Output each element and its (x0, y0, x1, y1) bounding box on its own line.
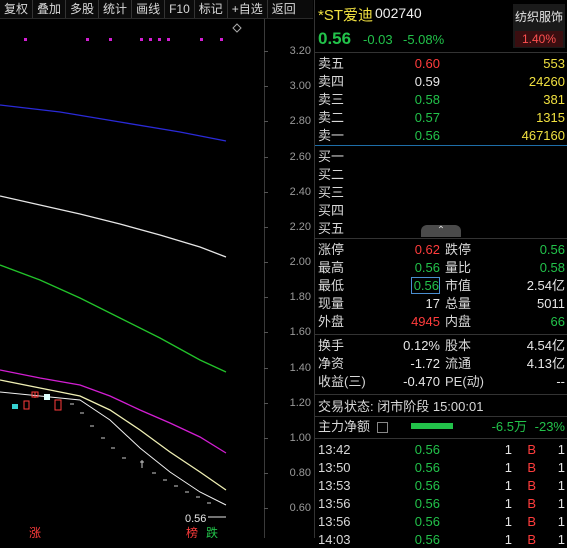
ask-row-1: 卖一 0.56 467160 (318, 128, 565, 143)
stats-row-limit: 涨停 0.62 跌停 0.56 (318, 242, 565, 257)
axis-tick: 2.60 (264, 151, 311, 163)
stock-name: *ST爱迪 (318, 7, 374, 24)
chart-toolbar: 复权 叠加 多股 统计 画线 F10 标记 +自选 返回 (0, 0, 313, 19)
back-button[interactable]: 返回 (268, 0, 300, 18)
axis-tick: 2.40 (264, 186, 311, 198)
statistics-button[interactable]: 统计 (99, 0, 133, 18)
sector-box[interactable]: 纺织服饰 1.40% (513, 4, 565, 48)
sector-name: 纺织服饰 (514, 10, 563, 24)
signal-markers (24, 38, 223, 41)
axis-tick: 1.60 (264, 326, 311, 338)
bid-row-3: 买三 (318, 185, 345, 200)
ma-line-white (0, 195, 227, 258)
draw-line-button[interactable]: 画线 (132, 0, 166, 18)
current-price: 0.56 (318, 29, 352, 48)
tick-row: 13:56 0.56 1 B 1 (318, 514, 565, 529)
axis-tick: 3.00 (264, 80, 311, 92)
multi-stock-button[interactable]: 多股 (66, 0, 100, 18)
axis-tick: 1.00 (264, 432, 311, 444)
sector-pct: 1.40% (515, 31, 563, 47)
stats-row-curvol: 现量 17 总量 5011 (318, 296, 565, 311)
collapse-chevron-icon[interactable]: ⌃ (421, 225, 461, 237)
stats-row-outer: 外盘 4945 内盘 66 (318, 314, 565, 329)
quote-panel: *ST爱迪 002740 0.56 -0.03 -5.08% 纺织服饰 1.40… (314, 0, 567, 547)
axis-tick: 1.80 (264, 291, 311, 303)
axis-tick: 2.00 (264, 256, 311, 268)
stats-row-high: 最高 0.56 量比 0.58 (318, 260, 565, 275)
kline-chart[interactable]: 0.56 涨 榜 跌 (0, 19, 264, 538)
tick-row: 13:42 0.56 1 B 1 (318, 442, 565, 457)
tick-row: 14:03 0.56 1 B 1 (318, 532, 565, 547)
stats-row-nav: 净资 -1.72 流通 4.13亿 (318, 356, 565, 371)
list-badge-text: 榜 (186, 525, 198, 538)
axis-tick: 1.20 (264, 397, 311, 409)
axis-tick: 0.60 (264, 502, 311, 514)
ask-row-3: 卖三 0.58 381 (318, 92, 565, 107)
main-flow-menu-icon[interactable] (377, 422, 388, 433)
rise-badge-text: 涨 (29, 525, 41, 538)
ask-row-5: 卖五 0.60 553 (318, 56, 565, 71)
tick-row: 13:50 0.56 1 B 1 (318, 460, 565, 475)
ask-row-4: 卖四 0.59 24260 (318, 74, 565, 89)
bid-row-2: 买二 (318, 167, 345, 182)
price-change: -0.03 (363, 32, 393, 47)
stats-row-eps: 收益(三) -0.470 PE(动) -- (318, 374, 565, 389)
ask-row-2: 卖二 0.57 1315 (318, 110, 565, 125)
bid-row-1: 买一 (318, 149, 345, 164)
fall-badge-text: 跌 (206, 525, 218, 538)
ma-line-blue (0, 104, 227, 142)
main-flow-row: 主力净额 -6.5万 -23% (318, 419, 565, 434)
price-axis: 3.20 3.00 2.80 2.60 2.40 2.20 2.00 1.80 … (264, 19, 314, 538)
main-flow-bar (411, 423, 453, 429)
expand-diamond-icon[interactable] (232, 23, 242, 33)
overlay-button[interactable]: 叠加 (33, 0, 67, 18)
stats-row-low: 最低 0.56 市值 2.54亿 (318, 277, 565, 294)
mark-button[interactable]: 标记 (195, 0, 228, 18)
ma-line-green (0, 264, 227, 373)
last-price-label: 0.56 (185, 513, 206, 525)
axis-tick: 0.80 (264, 467, 311, 479)
restore-rights-button[interactable]: 复权 (0, 0, 34, 18)
tick-row: 13:53 0.56 1 B 1 (318, 478, 565, 493)
tick-row: 13:56 0.56 1 B 1 (318, 496, 565, 511)
axis-tick: 2.80 (264, 115, 311, 127)
axis-tick: 3.20 (264, 45, 311, 57)
add-watchlist-button[interactable]: +自选 (228, 0, 268, 18)
trade-status: 交易状态: 闭市阶段 15:00:01 (318, 399, 484, 414)
axis-tick: 1.40 (264, 362, 311, 374)
bid-row-4: 买四 (318, 203, 345, 218)
f10-button[interactable]: F10 (165, 0, 195, 18)
price-change-pct: -5.08% (403, 32, 445, 47)
axis-tick: 2.20 (264, 221, 311, 233)
stats-row-turnover: 换手 0.12% 股本 4.54亿 (318, 338, 565, 353)
candles (12, 391, 211, 504)
stock-code: 002740 (375, 5, 422, 21)
